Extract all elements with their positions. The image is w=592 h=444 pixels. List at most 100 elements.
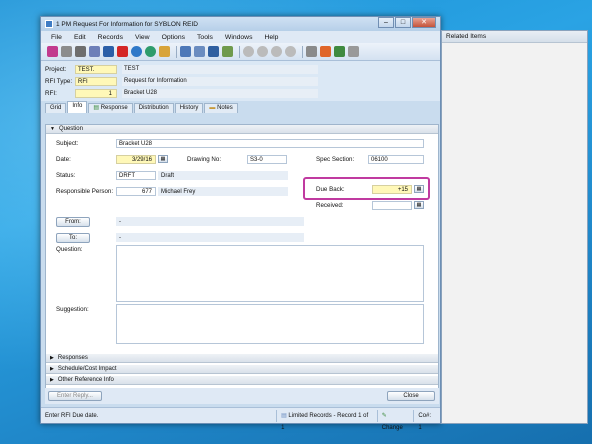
rfi-type-field[interactable]: RFI bbox=[75, 76, 117, 86]
attach-icon[interactable] bbox=[194, 46, 205, 57]
save-icon[interactable] bbox=[103, 46, 114, 57]
rfi-name: Bracket U28 bbox=[122, 88, 318, 98]
spec-section-label: Spec Section: bbox=[316, 156, 355, 163]
subject-field[interactable]: Bracket U28 bbox=[116, 139, 424, 148]
status-bar: Enter RFI Due date. ▤ Limited Records - … bbox=[41, 407, 440, 431]
expand-icon: ▶ bbox=[50, 355, 54, 361]
pencil-icon[interactable] bbox=[348, 46, 359, 57]
received-field[interactable] bbox=[372, 201, 412, 210]
tab-response[interactable]: ▤ Response bbox=[88, 103, 133, 113]
toolbar bbox=[41, 43, 440, 61]
new-record-icon[interactable] bbox=[89, 46, 100, 57]
tab-info[interactable]: Info bbox=[67, 101, 88, 113]
enter-reply-button[interactable]: Enter Reply... bbox=[48, 391, 102, 401]
tab-bar: Grid Info ▤ Response Distribution Histor… bbox=[41, 101, 440, 113]
rfi-label: RFI: bbox=[45, 89, 57, 97]
tab-grid[interactable]: Grid bbox=[45, 103, 67, 113]
from-button[interactable]: From: bbox=[56, 217, 90, 227]
checklist-icon[interactable] bbox=[334, 46, 345, 57]
delete-icon[interactable] bbox=[117, 46, 128, 57]
maximize-button[interactable]: □ bbox=[395, 17, 411, 28]
undo-icon[interactable] bbox=[131, 46, 142, 57]
send-icon[interactable] bbox=[208, 46, 219, 57]
menu-edit[interactable]: Edit bbox=[74, 34, 86, 41]
status-field[interactable]: DRFT bbox=[116, 171, 156, 180]
notes-icon: ▬ bbox=[209, 105, 218, 111]
suggestion-textarea[interactable] bbox=[116, 304, 424, 344]
suggestion-label: Suggestion: bbox=[56, 306, 89, 313]
close-window-button[interactable]: ✕ bbox=[412, 17, 436, 28]
title-bar[interactable]: 1 PM Request For Information for SYBLON … bbox=[41, 17, 440, 31]
rfi-type-label: RFI Type: bbox=[45, 77, 73, 85]
menu-help[interactable]: Help bbox=[264, 34, 278, 41]
project-code-field[interactable]: TEST. bbox=[75, 64, 117, 74]
record-header: Project: TEST. TEST RFI Type: RFI Reques… bbox=[41, 61, 440, 101]
due-back-field[interactable]: +15 bbox=[372, 185, 412, 194]
menu-tools[interactable]: Tools bbox=[197, 34, 213, 41]
minimize-button[interactable]: – bbox=[378, 17, 394, 28]
question-label: Question: bbox=[56, 246, 83, 253]
rfi-type-name: Request for Information bbox=[122, 76, 318, 86]
from-value: - bbox=[116, 217, 304, 226]
subject-label: Subject: bbox=[56, 140, 79, 147]
spec-section-field[interactable]: 06100 bbox=[368, 155, 424, 164]
status-hint: Enter RFI Due date. bbox=[45, 412, 99, 419]
tab-distribution[interactable]: Distribution bbox=[133, 103, 174, 113]
section-schedule-cost-impact[interactable]: ▶ Schedule/Cost Impact bbox=[46, 365, 438, 374]
responsible-person-field[interactable]: 677 bbox=[116, 187, 156, 196]
company-status: Co#: 1 bbox=[413, 409, 440, 431]
due-back-label: Due Back: bbox=[316, 186, 345, 193]
close-button[interactable]: Close bbox=[387, 391, 435, 401]
link-icon[interactable] bbox=[61, 46, 72, 57]
project-name: TEST bbox=[122, 64, 318, 74]
rfi-window: 1 PM Request For Information for SYBLON … bbox=[40, 16, 441, 431]
next-record-icon[interactable] bbox=[271, 46, 282, 57]
window-title: 1 PM Request For Information for SYBLON … bbox=[56, 20, 198, 28]
collapse-icon: ▼ bbox=[50, 126, 55, 132]
to-value: - bbox=[116, 233, 304, 242]
rfi-number-field[interactable]: 1 bbox=[75, 88, 117, 98]
received-calendar-icon[interactable]: ▦ bbox=[414, 201, 424, 209]
menu-view[interactable]: View bbox=[135, 34, 150, 41]
section-question[interactable]: ▼ Question bbox=[46, 125, 438, 134]
drawing-label: Drawing No: bbox=[187, 156, 222, 163]
edit-icon[interactable] bbox=[47, 46, 58, 57]
calendar-icon[interactable]: ▦ bbox=[158, 155, 168, 163]
chain-icon[interactable] bbox=[306, 46, 317, 57]
menu-file[interactable]: File bbox=[51, 34, 62, 41]
date-label: Date: bbox=[56, 156, 71, 163]
first-record-icon[interactable] bbox=[243, 46, 254, 57]
menu-records[interactable]: Records bbox=[98, 34, 123, 41]
users-icon[interactable] bbox=[320, 46, 331, 57]
status-name: Draft bbox=[158, 171, 288, 180]
to-button[interactable]: To: bbox=[56, 233, 90, 243]
responsible-person-label: Responsible Person: bbox=[56, 188, 114, 195]
expand-icon: ▶ bbox=[50, 366, 54, 372]
drawing-field[interactable]: S3-0 bbox=[247, 155, 287, 164]
change-status: ✎ Change bbox=[376, 409, 414, 431]
last-record-icon[interactable] bbox=[285, 46, 296, 57]
menu-windows[interactable]: Windows bbox=[225, 34, 253, 41]
print-icon[interactable] bbox=[75, 46, 86, 57]
previous-record-icon[interactable] bbox=[257, 46, 268, 57]
search-icon[interactable] bbox=[159, 46, 170, 57]
question-textarea[interactable] bbox=[116, 245, 424, 302]
section-responses[interactable]: ▶ Responses bbox=[46, 354, 438, 363]
date-field[interactable]: 3/29/16 bbox=[116, 155, 156, 164]
due-back-calendar-icon[interactable]: ▦ bbox=[414, 185, 424, 193]
change-icon: ✎ bbox=[381, 412, 387, 419]
tab-history[interactable]: History bbox=[174, 103, 204, 113]
footer-buttons: Enter Reply... Close bbox=[45, 388, 439, 404]
received-label: Received: bbox=[316, 202, 344, 209]
document-icon: ▤ bbox=[93, 105, 101, 111]
status-label: Status: bbox=[56, 172, 76, 179]
expand-icon: ▶ bbox=[50, 377, 54, 383]
menu-bar: File Edit Records View Options Tools Win… bbox=[41, 31, 440, 43]
calculator-icon[interactable] bbox=[180, 46, 191, 57]
menu-options[interactable]: Options bbox=[162, 34, 185, 41]
refresh-icon[interactable] bbox=[145, 46, 156, 57]
spellcheck-icon[interactable] bbox=[222, 46, 233, 57]
records-status: ▤ Limited Records - Record 1 of 1 bbox=[276, 409, 377, 431]
tab-notes[interactable]: ▬ Notes bbox=[204, 103, 238, 113]
section-other-reference-info[interactable]: ▶ Other Reference Info bbox=[46, 376, 438, 385]
